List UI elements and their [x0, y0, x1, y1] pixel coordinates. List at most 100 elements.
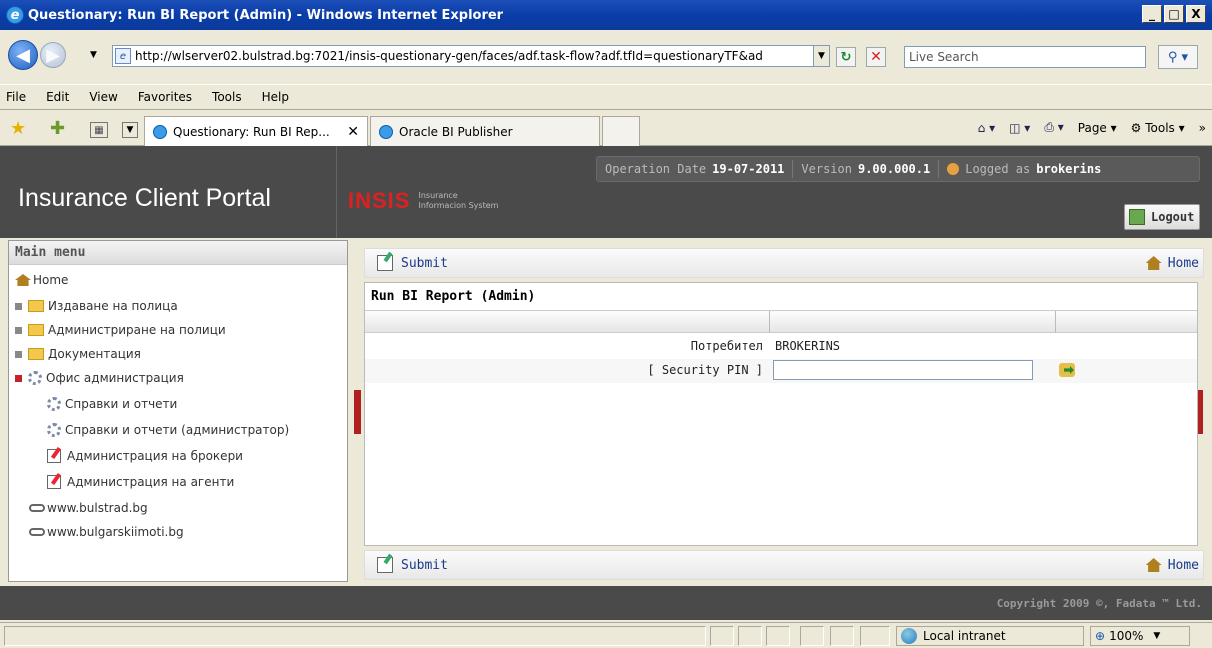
tab-oracle-bi[interactable]: Oracle BI Publisher	[370, 116, 600, 146]
tab-row: ★ ✚ ▦ ▼ Questionary: Run BI Rep... ✕ Ora…	[0, 110, 1212, 146]
sidebar-item-label: Справки и отчети (администратор)	[65, 423, 290, 437]
expand-toggle-icon[interactable]	[15, 302, 22, 310]
stop-button[interactable]: ✕	[866, 47, 886, 67]
tools-menu-label: Tools	[1145, 120, 1175, 135]
sidebar-item-documentation[interactable]: Документация	[15, 347, 141, 361]
link-icon	[29, 528, 45, 536]
logout-button[interactable]: Logout	[1124, 204, 1200, 230]
address-bar[interactable]: e http://wlserver02.bulstrad.bg:7021/ins…	[112, 45, 830, 67]
command-bar: ⌂ ▾ ◫ ▾ ⎙ ▾ Page ▾ ⚙ Tools ▾ »	[978, 120, 1206, 135]
form-row-user: Потребител BROKERINS	[365, 335, 1197, 359]
submit-button-bottom[interactable]: Submit	[401, 558, 448, 573]
quick-tabs-icon[interactable]: ▦	[90, 122, 108, 138]
menu-view[interactable]: View	[89, 90, 117, 104]
status-panel	[800, 626, 824, 646]
menu-tools[interactable]: Tools	[212, 90, 242, 104]
expand-toggle-icon[interactable]	[15, 326, 22, 334]
add-favorite-icon[interactable]: ✚	[50, 118, 65, 139]
chevron-down-icon: ▼	[1153, 631, 1161, 641]
home-icon[interactable]: ⌂ ▾	[978, 121, 995, 135]
version-label: Version	[801, 162, 852, 176]
feeds-icon[interactable]: ◫ ▾	[1009, 121, 1030, 135]
forward-button[interactable]: ▶	[40, 42, 66, 68]
insis-logo-text: INSIS	[348, 188, 411, 213]
link-icon	[29, 504, 45, 512]
sidebar-item-label: www.bulgarskiimoti.bg	[47, 525, 184, 539]
close-button[interactable]: X	[1186, 5, 1206, 23]
gear-icon	[47, 397, 61, 411]
sidebar-item-reports-admin[interactable]: Справки и отчети (администратор)	[47, 423, 289, 437]
address-dropdown-icon[interactable]: ▼	[813, 46, 829, 66]
logo-sub-line1: Insurance	[418, 191, 458, 200]
form-row-pin: [ Security PIN ]	[365, 359, 1197, 383]
sidebar-item-label: Офис администрация	[46, 371, 184, 385]
maximize-button[interactable]: □	[1164, 5, 1184, 23]
tab-list-dropdown-icon[interactable]: ▼	[122, 122, 138, 138]
sidebar-item-issue-policy[interactable]: Издаване на полица	[15, 299, 178, 313]
menu-file[interactable]: File	[6, 90, 26, 104]
print-icon[interactable]: ⎙ ▾	[1044, 120, 1063, 135]
user-label: Потребител	[690, 339, 763, 353]
chevron-more-icon[interactable]: »	[1199, 121, 1206, 135]
security-zone[interactable]: Local intranet	[896, 626, 1084, 646]
version-value: 9.00.000.1	[857, 162, 931, 176]
tools-menu[interactable]: ⚙ Tools ▾	[1131, 121, 1185, 135]
main-menu-sidebar: Main menu Home Издаване на полица Админи…	[8, 240, 348, 582]
search-input[interactable]: Live Search	[904, 46, 1146, 68]
security-pin-input[interactable]	[773, 360, 1033, 380]
page-icon: e	[115, 48, 131, 64]
home-link-bottom[interactable]: Home	[1145, 558, 1199, 573]
sidebar-item-label: Издаване на полица	[48, 299, 178, 313]
history-dropdown-icon[interactable]: ▼	[90, 50, 97, 60]
menu-edit[interactable]: Edit	[46, 90, 69, 104]
top-action-bar: Submit Home	[364, 248, 1204, 278]
sidebar-item-policy-admin[interactable]: Администриране на полици	[15, 323, 226, 337]
folder-icon	[28, 300, 44, 312]
user-value: BROKERINS	[775, 339, 841, 353]
zoom-control[interactable]: ⊕ 100% ▼	[1090, 626, 1190, 646]
logout-icon	[1129, 209, 1145, 225]
address-row: ◀ ▶ ▼ e http://wlserver02.bulstrad.bg:70…	[0, 30, 1212, 84]
expand-toggle-icon[interactable]	[15, 350, 22, 358]
sidebar-item-label: Справки и отчети	[65, 397, 178, 411]
page-menu-label: Page	[1077, 120, 1107, 135]
submit-button-top[interactable]: Submit	[401, 256, 448, 271]
submit-icon	[377, 557, 393, 573]
folder-icon	[28, 348, 44, 360]
new-tab-button[interactable]	[602, 116, 640, 146]
sidebar-item-label: Администриране на полици	[48, 323, 226, 337]
refresh-button[interactable]: ↻	[836, 47, 856, 67]
zoom-icon: ⊕	[1095, 629, 1106, 643]
home-icon	[1145, 256, 1162, 270]
tab-questionary[interactable]: Questionary: Run BI Rep... ✕	[144, 116, 368, 146]
status-panel	[738, 626, 762, 646]
status-panel	[830, 626, 854, 646]
menu-help[interactable]: Help	[262, 90, 289, 104]
insis-logo-subtitle: Insurance Informacion System	[418, 191, 498, 211]
go-arrow-icon[interactable]	[1059, 363, 1075, 377]
column-divider	[1055, 311, 1056, 333]
search-button[interactable]: ⚲ ▾	[1158, 45, 1198, 69]
collapse-toggle-icon[interactable]	[15, 374, 22, 382]
sidebar-link-bulgarskiimoti[interactable]: www.bulgarskiimoti.bg	[29, 525, 184, 539]
session-info-bar: Operation Date 19-07-2011 Version 9.00.0…	[596, 156, 1200, 182]
ie-tab-icon	[379, 124, 393, 139]
sidebar-link-bulstrad[interactable]: www.bulstrad.bg	[29, 501, 148, 515]
status-panel	[766, 626, 790, 646]
back-button[interactable]: ◀	[8, 40, 38, 70]
page-menu[interactable]: Page ▾	[1078, 121, 1117, 135]
sidebar-item-home[interactable]: Home	[15, 273, 68, 287]
sidebar-item-office-admin[interactable]: Офис администрация	[15, 371, 184, 385]
copyright-footer: Copyright 2009 ©, Fadata ™ Ltd.	[0, 586, 1212, 620]
menu-favorites[interactable]: Favorites	[138, 90, 192, 104]
collapse-sidebar-handle[interactable]	[354, 390, 361, 434]
favorites-star-icon[interactable]: ★	[10, 118, 26, 139]
sidebar-item-reports[interactable]: Справки и отчети	[47, 397, 177, 411]
sidebar-item-broker-admin[interactable]: Администрация на брокери	[47, 449, 243, 463]
sidebar-item-label: Документация	[48, 347, 141, 361]
header-divider	[336, 146, 337, 238]
minimize-button[interactable]: _	[1142, 5, 1162, 23]
close-tab-icon[interactable]: ✕	[347, 124, 359, 140]
sidebar-item-agent-admin[interactable]: Администрация на агенти	[47, 475, 234, 489]
home-link-top[interactable]: Home	[1145, 256, 1199, 271]
